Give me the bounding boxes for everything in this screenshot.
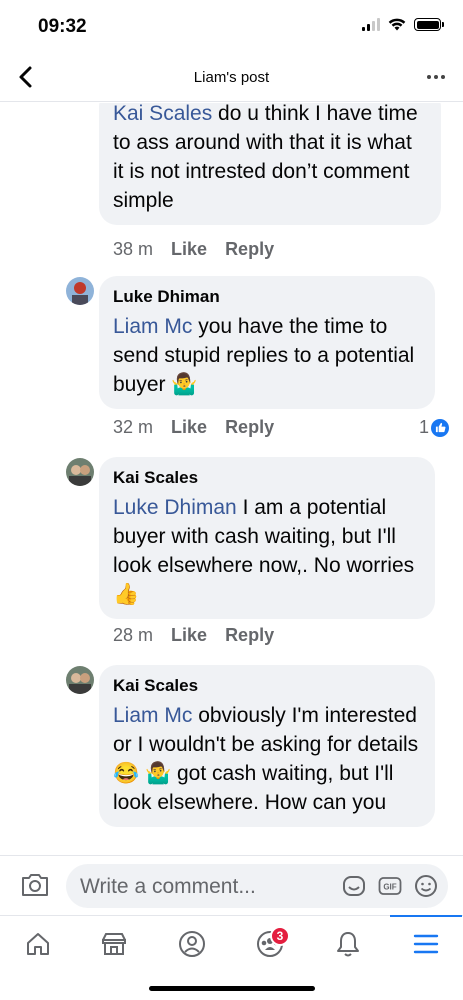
wifi-icon — [388, 18, 406, 31]
svg-text:GIF: GIF — [383, 883, 396, 892]
mention-link[interactable]: Liam Mc — [113, 315, 192, 338]
home-icon — [27, 933, 49, 955]
avatar[interactable] — [66, 666, 94, 694]
tab-groups[interactable]: 3 — [248, 924, 292, 964]
comment-composer: Write a comment... GIF — [0, 855, 463, 915]
like-button[interactable]: Like — [171, 625, 207, 646]
reply-button[interactable]: Reply — [225, 417, 274, 438]
comment-time: 38 m — [113, 239, 154, 259]
comment-author[interactable]: Luke Dhiman — [113, 286, 421, 308]
notification-badge: 3 — [270, 926, 290, 946]
mention-link[interactable]: Kai Scales — [113, 103, 212, 125]
comment-bubble: Luke Dhiman Liam Mc you have the time to… — [99, 276, 435, 409]
bottom-tab-bar: 3 — [0, 915, 463, 1000]
comment-text: Luke Dhiman I am a potential buyer with … — [113, 496, 415, 606]
battery-icon — [414, 18, 444, 31]
input-icons: GIF — [342, 874, 438, 898]
emoji-icon[interactable] — [414, 874, 438, 898]
comments-feed[interactable]: Kai Scales do u think I have time to ass… — [0, 103, 463, 855]
comment-time: 28 m — [113, 625, 154, 645]
comment-meta: 28 m Like Reply — [113, 625, 274, 646]
profile-icon — [179, 931, 205, 957]
comment-bubble: Kai Scales Liam Mc obviously I'm interes… — [99, 665, 435, 827]
comment-meta: 38 m Like Reply — [113, 239, 274, 260]
comment-author[interactable]: Kai Scales — [113, 675, 421, 697]
bell-icon — [337, 932, 359, 957]
sticker-icon[interactable] — [342, 874, 366, 898]
tab-notifications[interactable] — [326, 924, 370, 964]
comment-bubble: Kai Scales do u think I have time to ass… — [99, 103, 441, 225]
page-title: Liam's post — [193, 69, 270, 86]
reply-button[interactable]: Reply — [225, 625, 274, 646]
menu-icon — [413, 934, 439, 954]
tab-home[interactable] — [16, 924, 60, 964]
comment-text: Liam Mc you have the time to send stupid… — [113, 315, 415, 396]
active-tab-indicator — [390, 915, 462, 917]
like-button[interactable]: Like — [171, 417, 207, 438]
gif-icon[interactable]: GIF — [378, 874, 402, 898]
status-time: 09:32 — [38, 16, 87, 37]
reply-button[interactable]: Reply — [225, 239, 274, 260]
status-bar: 09:32 — [0, 0, 463, 52]
comment-author[interactable]: Kai Scales — [113, 467, 421, 489]
status-icons — [362, 18, 444, 31]
home-indicator — [149, 986, 315, 991]
like-button[interactable]: Like — [171, 239, 207, 260]
comment-meta: 32 m Like Reply — [113, 417, 274, 438]
comment-input[interactable]: Write a comment... GIF — [66, 864, 448, 908]
tab-menu[interactable] — [404, 924, 448, 964]
comment-time: 32 m — [113, 417, 154, 437]
comment-placeholder: Write a comment... — [80, 875, 256, 898]
mention-link[interactable]: Liam Mc — [113, 704, 192, 727]
comment-bubble: Kai Scales Luke Dhiman I am a potential … — [99, 457, 435, 619]
avatar[interactable] — [66, 458, 94, 486]
camera-icon[interactable] — [20, 872, 50, 898]
avatar[interactable] — [66, 277, 94, 305]
marketplace-icon — [102, 933, 126, 955]
tab-marketplace[interactable] — [92, 924, 136, 964]
post-header: Liam's post — [0, 52, 463, 102]
comment-text: Liam Mc obviously I'm interested or I wo… — [113, 704, 419, 814]
signal-icon — [362, 18, 380, 31]
thumbs-up-icon — [431, 418, 449, 437]
more-options-icon[interactable] — [427, 70, 449, 84]
comment-text: Kai Scales do u think I have time to ass… — [113, 103, 418, 212]
mention-link[interactable]: Luke Dhiman — [113, 496, 237, 519]
reaction-count[interactable]: 1 — [419, 417, 449, 438]
tab-profile[interactable] — [170, 924, 214, 964]
